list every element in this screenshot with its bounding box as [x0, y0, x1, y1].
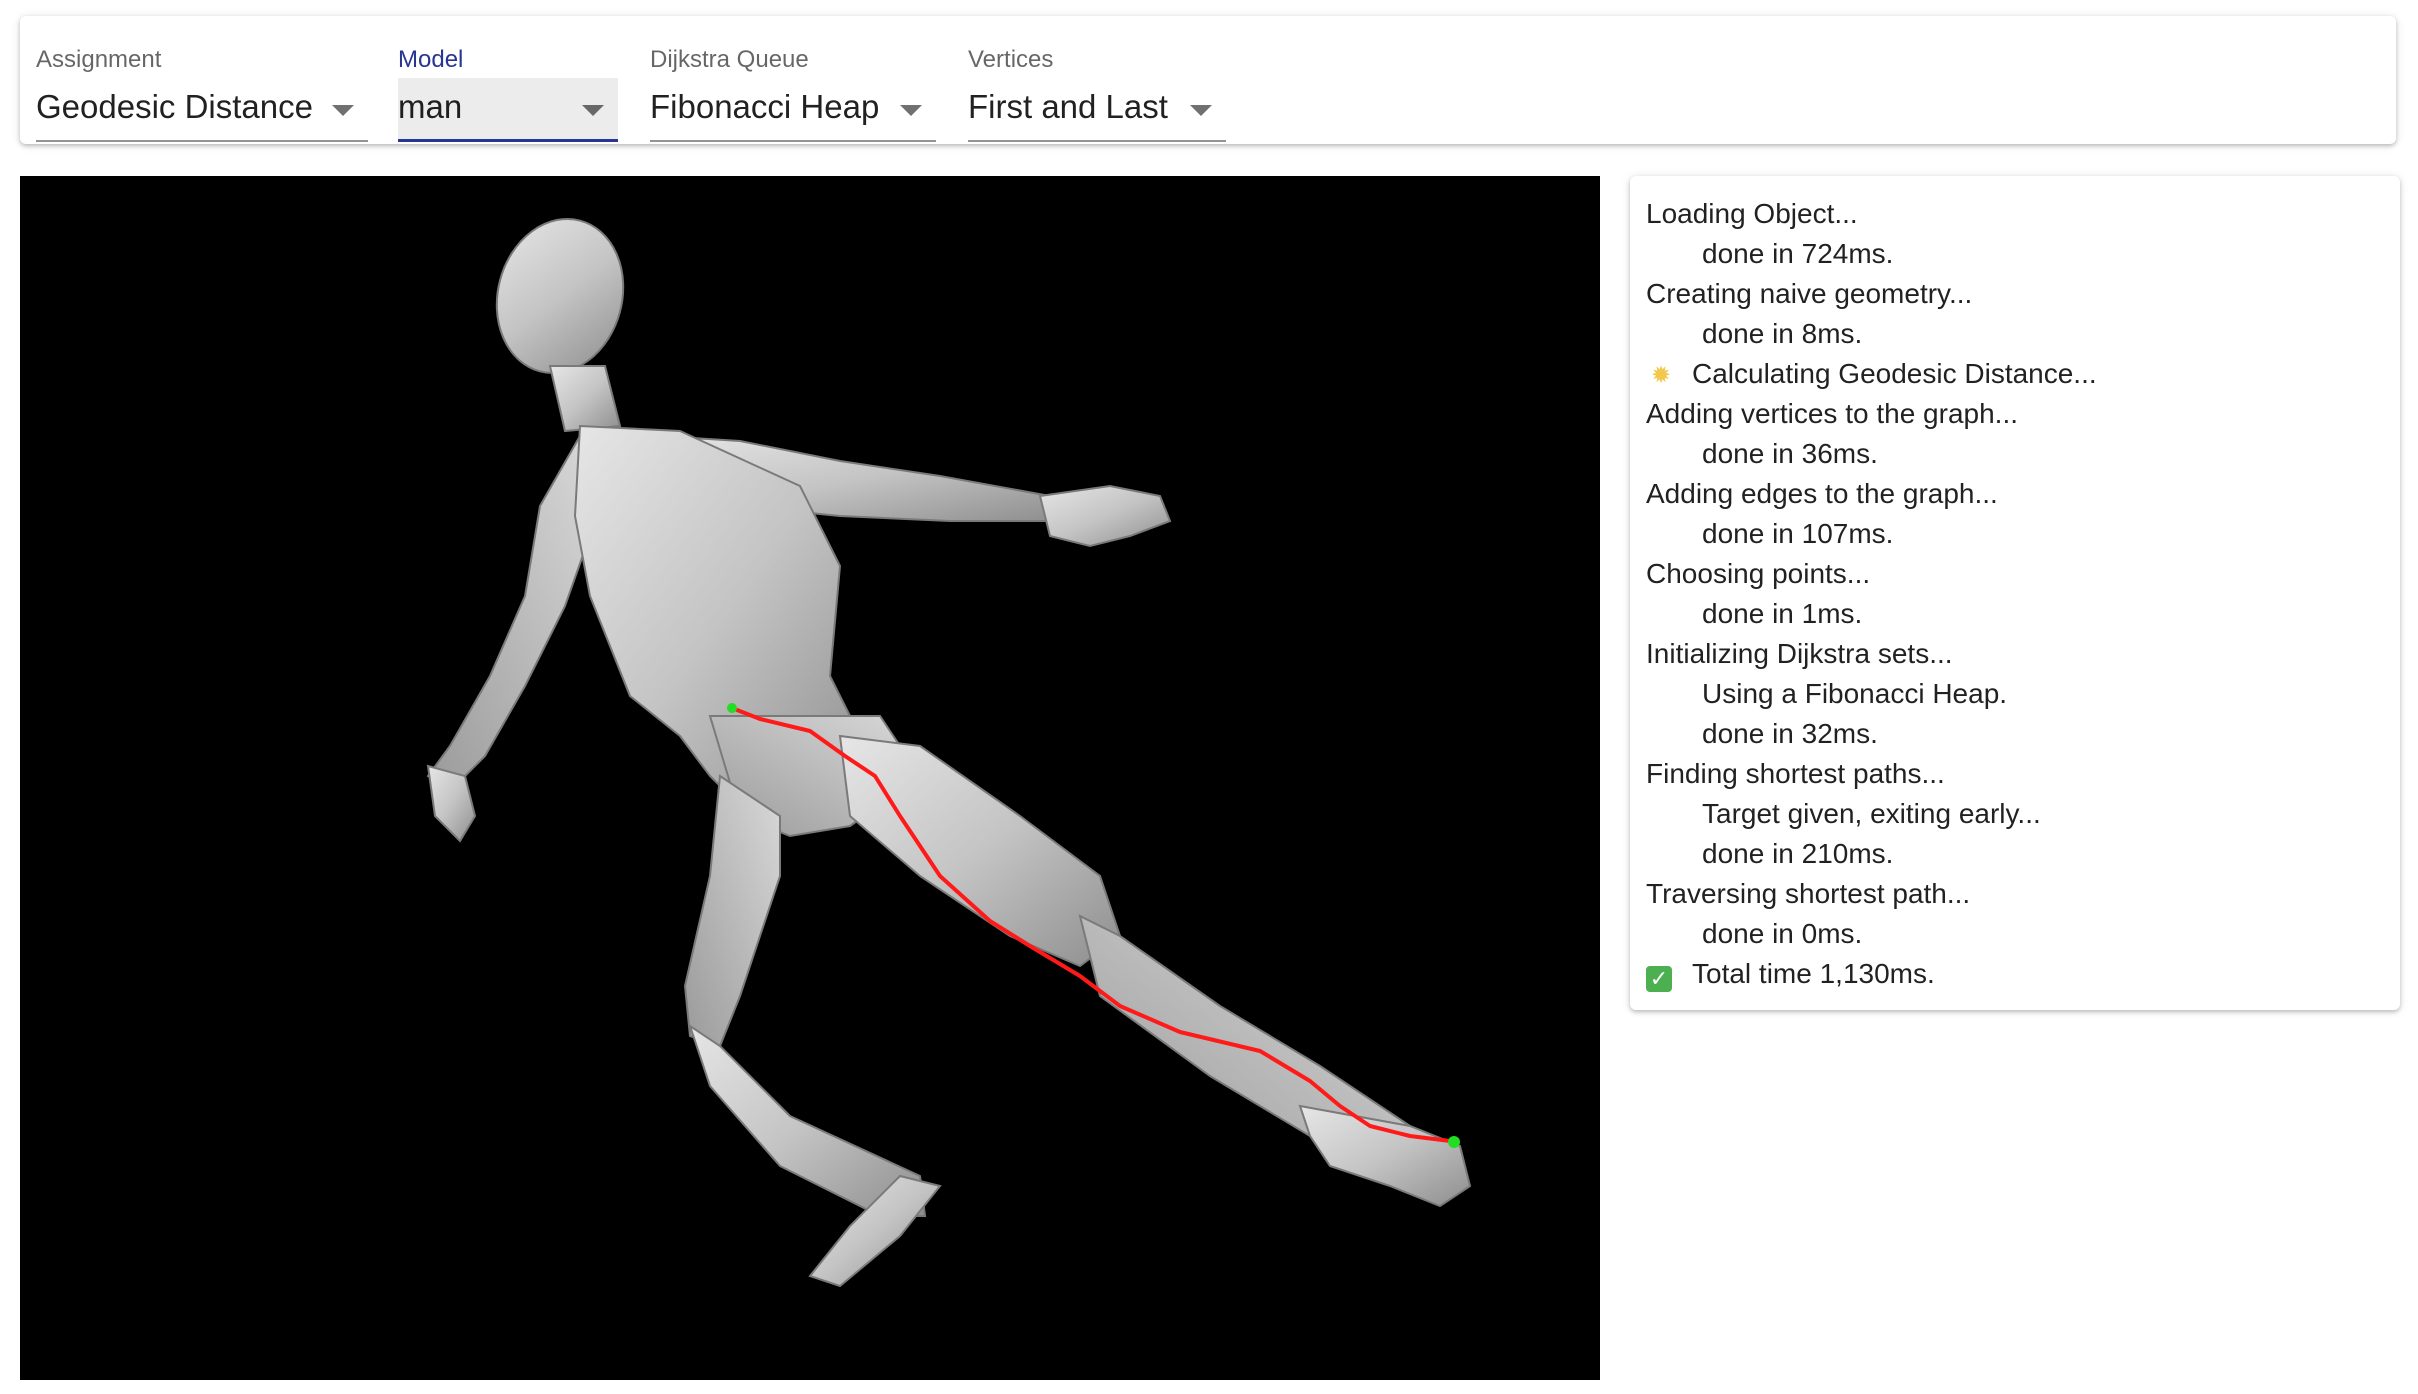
vertices-value-box[interactable]: First and Last — [968, 78, 1226, 142]
log-line-text: Total time 1,130ms. — [1692, 958, 1935, 989]
star-icon: ✹ — [1650, 361, 1672, 389]
log-line: done in 724ms. — [1646, 234, 2097, 274]
assignment-label: Assignment — [36, 46, 162, 73]
vertices-select[interactable]: Vertices First and Last — [952, 16, 1226, 142]
log-line: Choosing points... — [1646, 554, 2097, 594]
log-line: done in 36ms. — [1646, 434, 2097, 474]
log-line: Loading Object... — [1646, 194, 2097, 234]
controls-toolbar: Assignment Geodesic Distance Model man D… — [20, 16, 2396, 144]
assignment-value: Geodesic Distance — [36, 88, 313, 125]
log-panel: Loading Object... done in 724ms. Creating … — [1630, 176, 2400, 1010]
log-line: done in 8ms. — [1646, 314, 2097, 354]
log-line: Target given, exiting early... — [1646, 794, 2097, 834]
log-line-text: done in 36ms. — [1702, 438, 1878, 469]
log-line-text: done in 210ms. — [1702, 838, 1894, 869]
log-line-text: done in 32ms. — [1702, 718, 1878, 749]
model-render — [426, 217, 1472, 1288]
chevron-down-icon[interactable] — [900, 105, 922, 116]
log-line-text: Target given, exiting early... — [1702, 798, 2041, 829]
log-line: Creating naive geometry... — [1646, 274, 2097, 314]
path-start-point — [727, 703, 737, 713]
log-line-text: Creating naive geometry... — [1646, 278, 1973, 309]
log-line: done in 107ms. — [1646, 514, 2097, 554]
log-line-text: done in 1ms. — [1702, 598, 1863, 629]
log-line: ✓ Total time 1,130ms. — [1646, 954, 2097, 994]
dijkstra-queue-value-box[interactable]: Fibonacci Heap — [650, 78, 936, 142]
log-line-text: done in 724ms. — [1702, 238, 1894, 269]
model-value: man — [398, 88, 463, 125]
log-line: done in 210ms. — [1646, 834, 2097, 874]
dijkstra-queue-label: Dijkstra Queue — [650, 46, 809, 73]
dijkstra-queue-value: Fibonacci Heap — [650, 88, 880, 125]
log-line: done in 1ms. — [1646, 594, 2097, 634]
path-end-point — [1448, 1136, 1460, 1148]
log-line: ✹ Calculating Geodesic Distance... — [1646, 354, 2097, 394]
chevron-down-icon[interactable] — [332, 105, 354, 116]
log-line-text: Finding shortest paths... — [1646, 758, 1945, 789]
log-line: Initializing Dijkstra sets... — [1646, 634, 2097, 674]
model-label: Model — [398, 46, 464, 73]
model-value-box[interactable]: man — [398, 78, 618, 142]
assignment-select[interactable]: Assignment Geodesic Distance — [20, 16, 368, 142]
chevron-down-icon[interactable] — [1190, 105, 1212, 116]
log-line-text: Adding vertices to the graph... — [1646, 398, 2018, 429]
log-line-text: Choosing points... — [1646, 558, 1871, 589]
log-line-text: done in 8ms. — [1702, 318, 1863, 349]
log-line-text: Calculating Geodesic Distance... — [1692, 358, 2097, 389]
vertices-label: Vertices — [968, 46, 1054, 73]
chevron-down-icon[interactable] — [582, 105, 604, 116]
log-line-text: Initializing Dijkstra sets... — [1646, 638, 1953, 669]
log-line-text: done in 0ms. — [1702, 918, 1863, 949]
log-list: Loading Object... done in 724ms. Creating … — [1646, 194, 2097, 994]
log-line-text: Traversing shortest path... — [1646, 878, 1971, 909]
log-line: done in 0ms. — [1646, 914, 2097, 954]
log-line: Finding shortest paths... — [1646, 754, 2097, 794]
log-line-text: done in 107ms. — [1702, 518, 1894, 549]
human-model — [426, 217, 1472, 1288]
3d-viewport[interactable] — [20, 176, 1600, 1380]
log-line: Adding vertices to the graph... — [1646, 394, 2097, 434]
log-line: Using a Fibonacci Heap. — [1646, 674, 2097, 714]
dijkstra-queue-select[interactable]: Dijkstra Queue Fibonacci Heap — [634, 16, 936, 142]
assignment-value-box[interactable]: Geodesic Distance — [36, 78, 368, 142]
vertices-value: First and Last — [968, 88, 1168, 125]
log-line-text: Loading Object... — [1646, 198, 1858, 229]
log-line-text: Using a Fibonacci Heap. — [1702, 678, 2008, 709]
log-line: Adding edges to the graph... — [1646, 474, 2097, 514]
check-icon: ✓ — [1646, 966, 1672, 992]
model-select[interactable]: Model man — [382, 16, 618, 142]
log-line: done in 32ms. — [1646, 714, 2097, 754]
log-line-text: Adding edges to the graph... — [1646, 478, 1998, 509]
log-line: Traversing shortest path... — [1646, 874, 2097, 914]
